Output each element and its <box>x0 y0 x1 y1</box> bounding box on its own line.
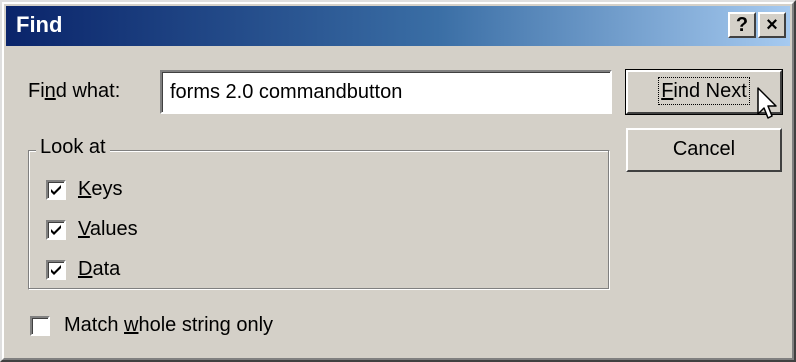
values-checkbox[interactable] <box>46 220 66 240</box>
values-label[interactable]: Values <box>78 218 138 241</box>
find-what-field[interactable] <box>160 70 612 114</box>
checkmark-icon <box>51 225 61 235</box>
title-bar[interactable]: Find ? × <box>6 6 790 46</box>
data-label[interactable]: Data <box>78 258 120 281</box>
find-next-label: Find Next <box>658 77 750 105</box>
find-what-input[interactable] <box>162 72 610 112</box>
checkmark-icon <box>51 185 61 195</box>
data-checkbox[interactable] <box>46 260 66 280</box>
find-dialog: Find ? × Find what: Find Next Cancel Loo… <box>0 0 796 362</box>
match-whole-string-checkbox[interactable] <box>30 316 50 336</box>
checkmark-icon <box>51 265 61 275</box>
dialog-title: Find <box>16 12 63 37</box>
cancel-button[interactable]: Cancel <box>626 128 782 172</box>
keys-checkbox[interactable] <box>46 180 66 200</box>
close-button[interactable]: × <box>758 12 786 38</box>
help-button[interactable]: ? <box>728 12 756 38</box>
look-at-title: Look at <box>36 136 110 159</box>
match-whole-string-label[interactable]: Match whole string only <box>64 314 273 337</box>
find-what-label: Find what: <box>28 80 121 102</box>
find-next-button[interactable]: Find Next <box>625 69 783 115</box>
keys-label[interactable]: Keys <box>78 178 122 201</box>
